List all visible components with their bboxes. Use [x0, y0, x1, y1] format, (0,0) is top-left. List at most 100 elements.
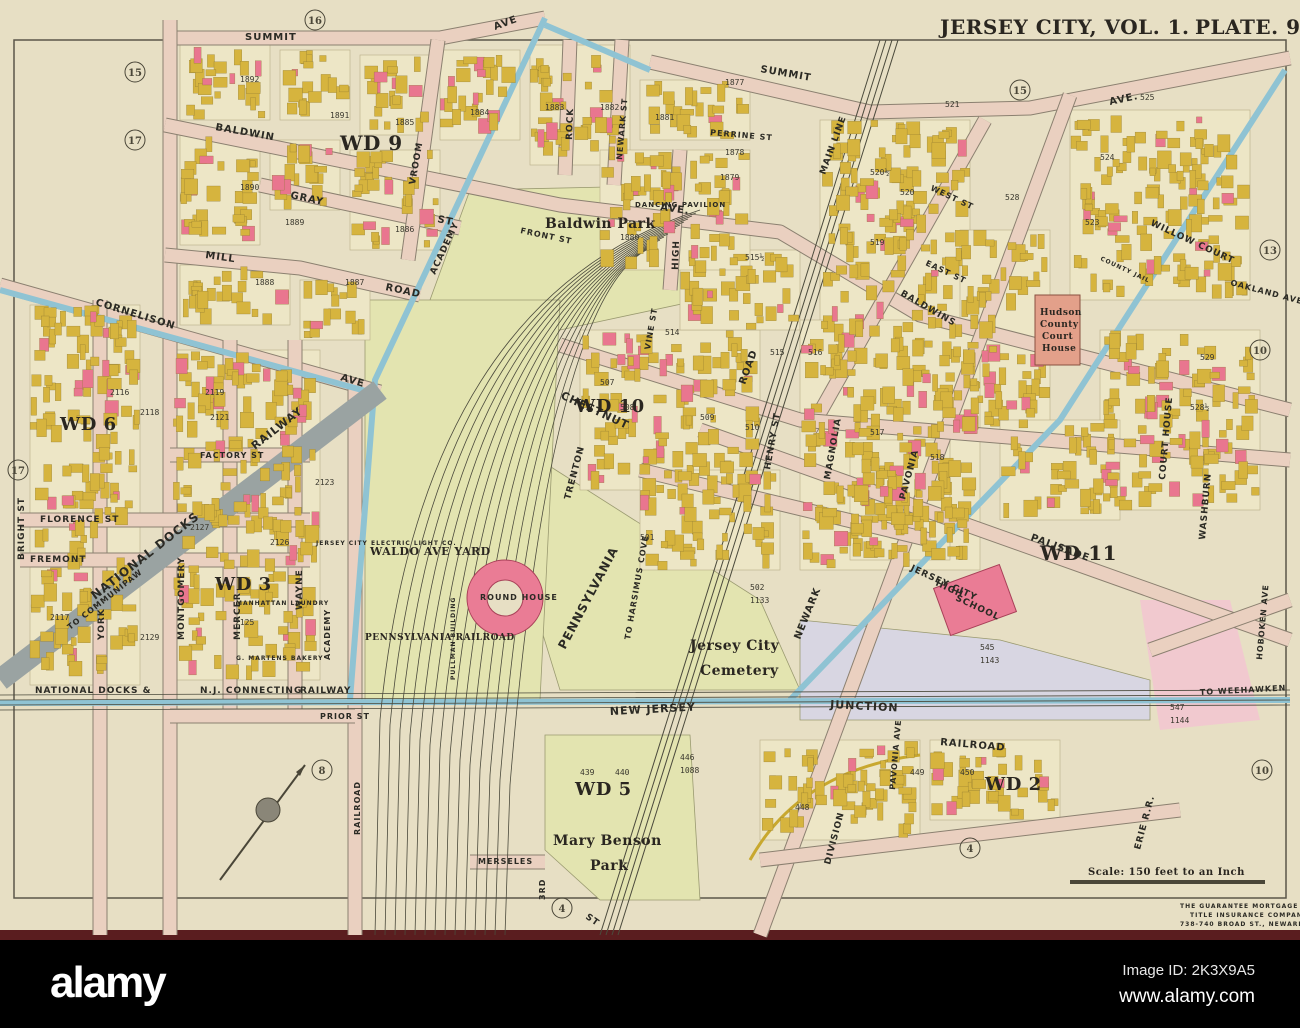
building: [414, 56, 421, 72]
building: [489, 113, 499, 131]
building: [582, 117, 592, 125]
building: [546, 122, 558, 140]
building: [319, 55, 327, 62]
building: [271, 175, 285, 191]
building: [743, 523, 752, 534]
building: [258, 507, 269, 519]
building: [692, 287, 703, 306]
building: [684, 507, 697, 522]
building: [692, 453, 707, 467]
building: [1006, 293, 1016, 311]
lot-number: 1890: [240, 183, 259, 192]
building: [815, 794, 827, 806]
building: [189, 295, 197, 309]
building: [1221, 175, 1234, 189]
lot-number: 1888: [255, 278, 274, 287]
building: [213, 77, 228, 88]
building: [933, 400, 943, 411]
building: [1031, 378, 1040, 396]
building: [73, 307, 82, 317]
building: [1153, 256, 1162, 275]
railroad-label: RAILWAY: [300, 686, 351, 696]
building: [232, 371, 239, 386]
building: [769, 775, 783, 790]
building: [584, 81, 592, 90]
street-label: MERSELES: [478, 857, 533, 866]
building: [900, 218, 914, 227]
building: [1047, 497, 1055, 508]
building: [272, 571, 286, 582]
building: [1147, 395, 1155, 412]
building: [653, 394, 667, 404]
electric-light-label: JERSEY CITY ELECTRIC LIGHT CO.: [315, 540, 457, 547]
building: [826, 559, 836, 569]
building: [1179, 152, 1192, 167]
building: [696, 538, 705, 551]
building: [896, 356, 911, 370]
building: [188, 617, 200, 625]
building: [1251, 487, 1260, 496]
building: [653, 416, 662, 435]
building: [1041, 257, 1048, 272]
building: [285, 487, 292, 498]
building: [293, 387, 302, 399]
building: [963, 374, 971, 389]
building: [1167, 209, 1182, 226]
building: [1208, 215, 1223, 222]
building: [1014, 755, 1023, 771]
building: [836, 194, 850, 211]
building: [1010, 436, 1018, 451]
building: [299, 99, 307, 116]
building: [700, 379, 714, 398]
building: [294, 507, 302, 516]
building: [1126, 136, 1135, 153]
building: [205, 69, 217, 77]
building: [972, 779, 986, 789]
building: [709, 234, 721, 242]
building: [922, 373, 931, 384]
lot-number: 1892: [240, 75, 259, 84]
building: [916, 214, 926, 233]
building: [419, 208, 434, 225]
building: [61, 495, 74, 506]
building: [916, 490, 923, 498]
building: [942, 407, 956, 418]
building: [937, 512, 944, 523]
building: [981, 350, 989, 363]
building: [1123, 438, 1137, 448]
building: [223, 559, 235, 569]
building: [1103, 419, 1118, 429]
building: [1030, 234, 1037, 247]
building: [855, 320, 864, 337]
building: [870, 120, 878, 127]
building: [998, 763, 1007, 775]
building: [694, 183, 702, 192]
lot-number: 525: [1140, 93, 1155, 102]
building: [1183, 388, 1192, 397]
building: [899, 237, 907, 251]
building: [1120, 486, 1127, 497]
building: [806, 777, 813, 788]
building: [749, 473, 761, 485]
stamp-line: 738-740 BROAD ST., NEWARK, N.J.: [1180, 921, 1300, 928]
building: [191, 220, 202, 228]
building: [206, 546, 219, 558]
building: [679, 507, 686, 515]
building: [617, 462, 631, 475]
lot-number: 2126: [270, 538, 289, 547]
building: [251, 494, 260, 512]
building: [663, 91, 675, 105]
street-label: FLORENCE ST: [40, 515, 119, 525]
building: [848, 758, 857, 772]
building: [959, 758, 970, 768]
building: [875, 788, 884, 801]
building: [432, 198, 439, 206]
building: [282, 70, 297, 86]
building: [875, 502, 886, 515]
building: [262, 313, 272, 325]
scale-label: Scale: 150 feet to an Inch: [1088, 867, 1245, 878]
building: [110, 493, 118, 503]
railroad-label: N.J. CONNECTING: [200, 686, 302, 696]
building: [746, 322, 757, 330]
building: [850, 523, 864, 534]
